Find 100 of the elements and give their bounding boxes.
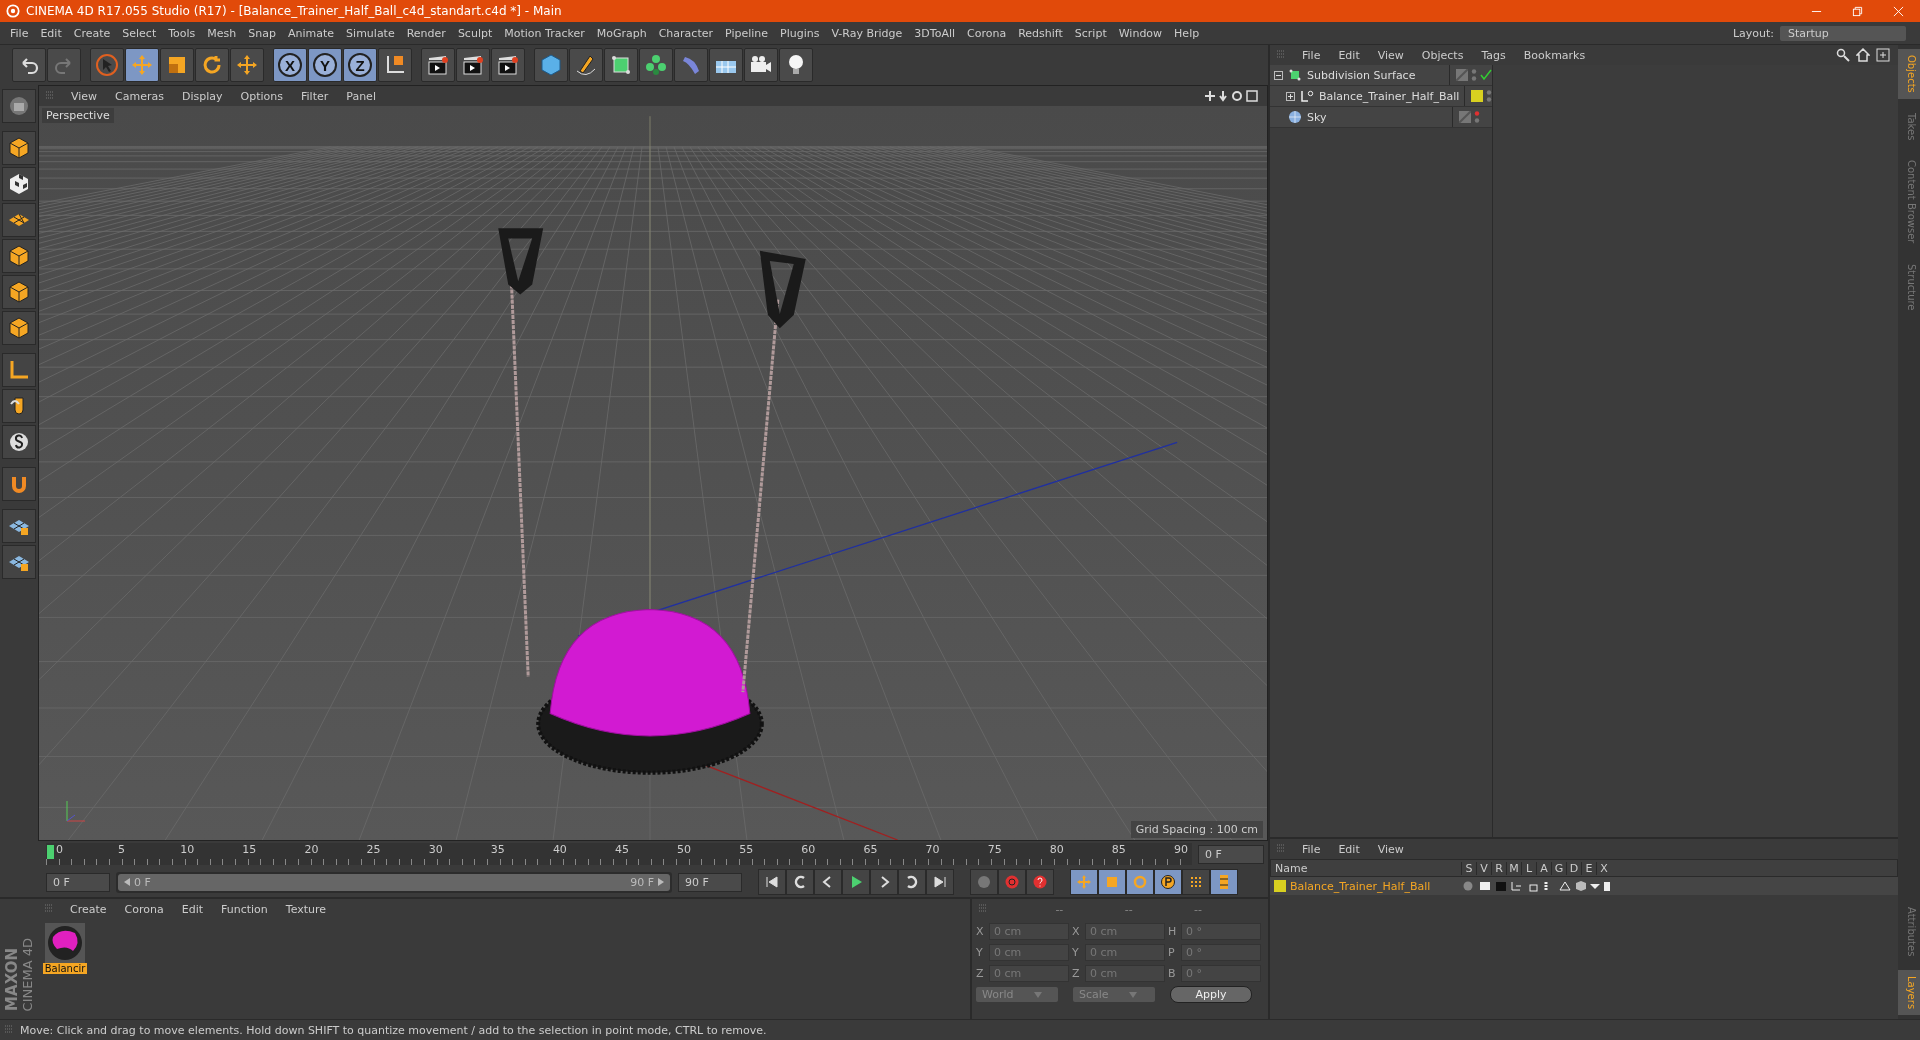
cube-mode-button[interactable] [2,131,36,165]
undo-tool-button[interactable] [12,48,46,82]
playhead-handle[interactable] [47,845,54,859]
snap-mode-button[interactable] [2,425,36,459]
menu-item[interactable]: Corona [961,26,1013,40]
grid-mode-button[interactable] [2,509,36,543]
layer-color-swatch[interactable] [1274,880,1286,892]
next-key-button[interactable] [898,869,926,895]
light-tool-button[interactable] [779,48,813,82]
menu-item[interactable]: Character [652,26,719,40]
menu-item[interactable]: Pipeline [719,26,775,40]
visibility-dots-icon[interactable] [1471,68,1477,82]
floor-mode-button[interactable] [2,203,36,237]
close-icon[interactable] [1893,5,1904,17]
visibility-dots-icon[interactable] [1474,110,1480,124]
menu-item[interactable]: Motion Tracker [498,26,591,40]
object-menu-item[interactable]: File [1294,48,1329,62]
model-mode-button[interactable] [2,89,36,123]
home-icon[interactable] [1856,48,1870,62]
prev-button[interactable] [814,869,842,895]
viewport-navigation-icon[interactable] [1203,89,1259,103]
end-frame-field[interactable]: 90 F [678,872,742,892]
layer-color-swatch[interactable] [1471,90,1483,102]
record-button[interactable] [998,869,1026,895]
collapse-icon[interactable] [1274,70,1283,80]
layout-dropdown[interactable]: Startup [1780,25,1906,41]
menu-item[interactable]: Snap [242,26,282,40]
right-handle-icon[interactable] [658,878,664,886]
expand-panel-icon[interactable] [1876,48,1890,62]
first-button[interactable] [758,869,786,895]
last-button[interactable] [926,869,954,895]
prev-key-button[interactable] [786,869,814,895]
object-name[interactable]: Sky [1307,110,1327,124]
material-menu-item[interactable]: Function [213,902,276,916]
start-frame-field[interactable]: 0 F [46,872,110,892]
menu-item[interactable]: Help [1168,26,1206,40]
tweak-mode-button[interactable] [2,389,36,423]
layer-menu-item[interactable]: Edit [1330,842,1368,856]
menu-item[interactable]: Simulate [340,26,401,40]
side-tab[interactable]: Objects [1898,49,1920,99]
menu-item[interactable]: Edit [34,26,68,40]
menu-item[interactable]: Render [400,26,452,40]
axis-lock-button[interactable]: Z [343,48,377,82]
cube-mode-button[interactable] [2,275,36,309]
move-tool-button[interactable] [125,48,159,82]
menu-item[interactable]: File [4,26,35,40]
search-icon[interactable] [1836,48,1850,62]
viewport-menu-item[interactable]: Panel [338,89,384,103]
clapper-tool-button[interactable] [421,48,455,82]
menu-item[interactable]: Select [116,26,163,40]
floor-tool-button[interactable] [709,48,743,82]
next-button[interactable] [870,869,898,895]
texture-mode-button[interactable] [2,167,36,201]
rotate-key-button[interactable] [1126,869,1154,895]
clapper-tool-button[interactable] [456,48,490,82]
scale-key-button[interactable] [1098,869,1126,895]
record-off-button[interactable] [970,869,998,895]
axis-lock-button[interactable]: X [273,48,307,82]
menu-item[interactable]: Sculpt [451,26,499,40]
object-menu-item[interactable]: Edit [1330,48,1368,62]
viewport-menu-item[interactable]: Options [232,89,291,103]
param-key-button[interactable] [1154,869,1182,895]
clapper-tool-button[interactable] [491,48,525,82]
coords-tool-button[interactable] [378,48,412,82]
axis-mode-button[interactable] [2,353,36,387]
object-menu-item[interactable]: View [1369,48,1412,62]
cube-tool-button[interactable] [534,48,568,82]
menu-item[interactable]: MoGraph [590,26,653,40]
camera-tool-button[interactable] [744,48,778,82]
select-tool-button[interactable] [90,48,124,82]
axis-lock-button[interactable]: Y [308,48,342,82]
material-menu-item[interactable]: Corona [116,902,172,916]
viewport-menu-item[interactable]: Display [174,89,231,103]
material-preview-icon[interactable] [45,923,85,963]
viewport-menu-item[interactable]: Cameras [107,89,172,103]
viewport-menu-item[interactable]: Filter [293,89,337,103]
menu-item[interactable]: Animate [282,26,341,40]
current-frame-field[interactable]: 0 F [1198,844,1264,864]
layer-menu-item[interactable]: View [1369,842,1412,856]
cube-mode-button[interactable] [2,311,36,345]
material-menu-item[interactable]: Create [62,902,115,916]
object-menu-item[interactable]: Tags [1473,48,1514,62]
visibility-dots-icon[interactable] [1486,89,1492,103]
subdiv-tool-button[interactable] [604,48,638,82]
menu-item[interactable]: Tools [162,26,202,40]
layer-menu-item[interactable]: File [1294,842,1329,856]
material-name[interactable]: Balancir [42,963,88,974]
object-menu-item[interactable]: Objects [1413,48,1472,62]
menu-item[interactable]: Create [67,26,117,40]
3d-viewport[interactable]: View Cameras Display Options Filter Panel Perspective Grid Spacing : 100 cm [38,85,1268,841]
material-menu-item[interactable]: Edit [173,902,211,916]
move-key-button[interactable] [1070,869,1098,895]
layer-name[interactable]: Balance_Trainer_Half_Ball [1290,879,1431,893]
play-button[interactable] [842,869,870,895]
viewport-menu-item[interactable]: View [63,89,106,103]
transform-tool-button[interactable] [230,48,264,82]
apply-button[interactable]: Apply [1170,986,1252,1003]
menu-item[interactable]: Script [1068,26,1113,40]
object-menu-item[interactable]: Bookmarks [1515,48,1594,62]
menu-item[interactable]: V-Ray Bridge [825,26,909,40]
